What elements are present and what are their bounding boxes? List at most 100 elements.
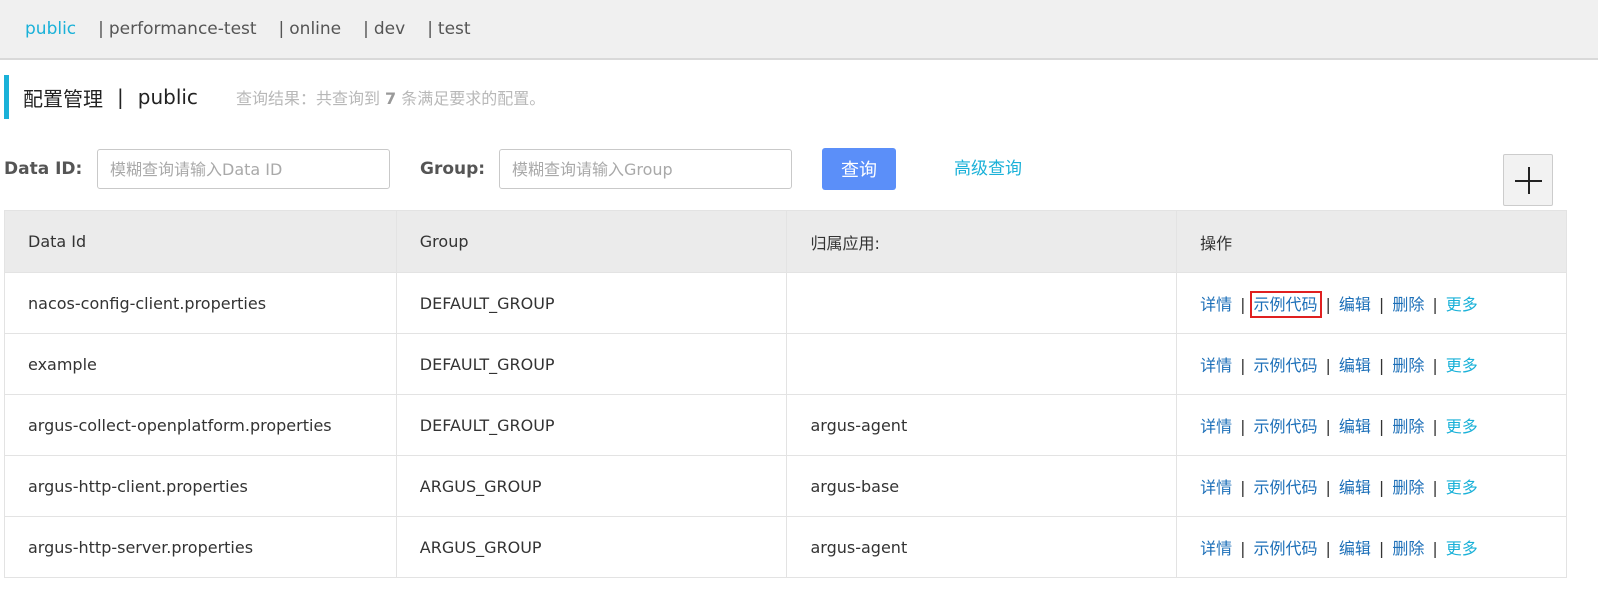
cell-actions: 详情 | 示例代码 | 编辑 | 删除 | 更多 (1176, 455, 1567, 517)
action-separator: | (1325, 295, 1331, 314)
search-bar: Data ID: Group: 查询 高级查询 (4, 148, 1564, 190)
action-separator: | (1378, 539, 1385, 558)
detail-link[interactable]: 详情 (1200, 417, 1232, 436)
action-separator: | (1240, 356, 1246, 375)
action-separator: | (1325, 478, 1331, 497)
table-header-row: Data Id Group 归属应用: 操作 (4, 210, 1567, 273)
table-row: nacos-config-client.properties DEFAULT_G… (4, 272, 1567, 334)
config-table: Data Id Group 归属应用: 操作 nacos-config-clie… (4, 210, 1567, 578)
cell-app (786, 272, 1178, 334)
sample-code-link[interactable]: 示例代码 (1254, 356, 1318, 375)
namespace-separator: | (363, 19, 369, 39)
cell-app (786, 333, 1178, 395)
cell-data-id: nacos-config-client.properties (4, 272, 397, 334)
cell-data-id: argus-http-client.properties (4, 455, 397, 517)
action-separator: | (1325, 539, 1331, 558)
delete-link[interactable]: 删除 (1392, 356, 1424, 375)
column-header-group: Group (395, 210, 788, 273)
cell-actions: 详情 | 示例代码 | 编辑 | 删除 | 更多 (1176, 394, 1567, 456)
more-link[interactable]: 更多 (1446, 417, 1478, 436)
action-separator: | (1378, 295, 1385, 314)
data-id-input[interactable] (97, 149, 390, 189)
more-link[interactable]: 更多 (1446, 356, 1478, 375)
column-header-actions: 操作 (1176, 210, 1567, 273)
namespace-separator: | (427, 19, 433, 39)
data-id-label: Data ID: (4, 159, 83, 179)
namespace-separator: | (278, 19, 285, 39)
action-separator: | (1432, 417, 1438, 436)
cell-group: DEFAULT_GROUP (395, 394, 788, 456)
cell-app: argus-base (786, 455, 1178, 517)
cell-app: argus-agent (786, 394, 1178, 456)
add-config-button[interactable] (1503, 154, 1553, 206)
cell-actions: 详情 | 示例代码 | 编辑 | 删除 | 更多 (1176, 333, 1567, 395)
action-separator: | (1378, 478, 1385, 497)
action-separator: | (1378, 356, 1385, 375)
action-separator: | (1432, 539, 1438, 558)
query-button[interactable]: 查询 (822, 148, 896, 190)
query-result-suffix: 条满足要求的配置。 (396, 89, 546, 108)
sample-code-link[interactable]: 示例代码 (1254, 539, 1318, 558)
action-separator: | (1432, 356, 1438, 375)
table-row: argus-collect-openplatform.properties DE… (4, 394, 1567, 456)
query-result-count: 7 (385, 89, 397, 108)
more-link[interactable]: 更多 (1446, 295, 1478, 314)
column-header-data-id: Data Id (4, 210, 397, 273)
group-input[interactable] (499, 149, 792, 189)
edit-link[interactable]: 编辑 (1339, 417, 1371, 436)
detail-link[interactable]: 详情 (1200, 356, 1232, 375)
cell-actions: 详情 | 示例代码 | 编辑 | 删除 | 更多 (1176, 272, 1567, 334)
cell-group: DEFAULT_GROUP (395, 333, 788, 395)
action-separator: | (1432, 478, 1438, 497)
more-link[interactable]: 更多 (1446, 478, 1478, 497)
delete-link[interactable]: 删除 (1392, 539, 1424, 558)
sample-code-link[interactable]: 示例代码 (1254, 417, 1318, 436)
current-namespace: public (137, 85, 198, 109)
delete-link[interactable]: 删除 (1392, 295, 1424, 314)
table-row: argus-http-client.properties ARGUS_GROUP… (4, 455, 1567, 517)
sample-code-link[interactable]: 示例代码 (1249, 291, 1322, 318)
namespace-tab-dev[interactable]: dev (374, 19, 405, 39)
query-result-prefix: 查询结果：共查询到 (235, 89, 386, 108)
cell-group: ARGUS_GROUP (395, 455, 788, 517)
edit-link[interactable]: 编辑 (1339, 295, 1371, 314)
page-title-bar: 配置管理 | public 查询结果：共查询到 7 条满足要求的配置。 (4, 75, 545, 119)
namespace-tabs: public | performance-test | online | dev… (0, 0, 1598, 60)
namespace-tab-test[interactable]: test (438, 19, 471, 39)
namespace-tab-online[interactable]: online (289, 19, 341, 39)
sample-code-link[interactable]: 示例代码 (1254, 478, 1318, 497)
edit-link[interactable]: 编辑 (1339, 478, 1371, 497)
table-row: example DEFAULT_GROUP 详情 | 示例代码 | 编辑 | 删除 | 更多 (4, 333, 1567, 395)
cell-data-id: argus-collect-openplatform.properties (4, 394, 397, 456)
action-separator: | (1432, 295, 1438, 314)
more-link[interactable]: 更多 (1446, 539, 1478, 558)
namespace-tab-public[interactable]: public (25, 19, 76, 39)
title-separator: | (117, 85, 124, 109)
detail-link[interactable]: 详情 (1200, 478, 1232, 497)
edit-link[interactable]: 编辑 (1339, 539, 1371, 558)
edit-link[interactable]: 编辑 (1339, 356, 1371, 375)
action-separator: | (1240, 539, 1246, 558)
query-result-summary: 查询结果：共查询到 7 条满足要求的配置。 (236, 85, 545, 109)
cell-group: ARGUS_GROUP (395, 516, 788, 578)
action-separator: | (1240, 417, 1246, 436)
advanced-query-link[interactable]: 高级查询 (954, 148, 1022, 190)
delete-link[interactable]: 删除 (1392, 417, 1424, 436)
namespace-tab-performance-test[interactable]: performance-test (109, 19, 257, 39)
column-header-app: 归属应用: (786, 210, 1178, 273)
cell-actions: 详情 | 示例代码 | 编辑 | 删除 | 更多 (1176, 516, 1567, 578)
group-label: Group: (420, 159, 486, 179)
action-separator: | (1325, 356, 1331, 375)
cell-group: DEFAULT_GROUP (395, 272, 788, 334)
action-separator: | (1325, 417, 1331, 436)
action-separator: | (1240, 478, 1246, 497)
detail-link[interactable]: 详情 (1200, 539, 1232, 558)
action-separator: | (1240, 295, 1246, 314)
detail-link[interactable]: 详情 (1200, 295, 1232, 314)
page-title: 配置管理 (23, 86, 103, 111)
cell-app: argus-agent (786, 516, 1178, 578)
cell-data-id: example (4, 333, 397, 395)
namespace-separator: | (98, 19, 104, 39)
delete-link[interactable]: 删除 (1392, 478, 1424, 497)
table-row: argus-http-server.properties ARGUS_GROUP… (4, 516, 1567, 578)
